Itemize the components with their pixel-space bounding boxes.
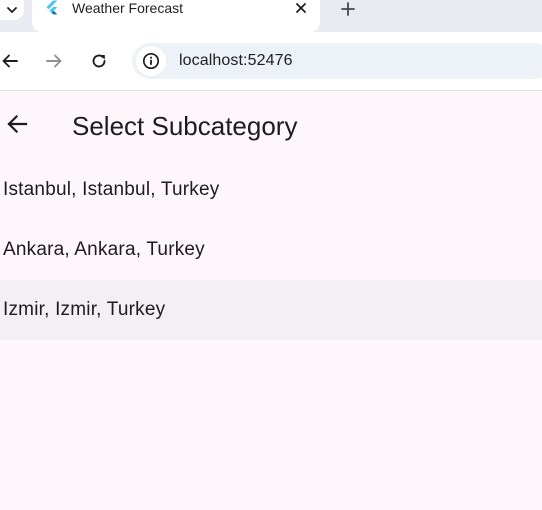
browser-tabstrip: Weather Forecast xyxy=(0,0,542,32)
info-icon xyxy=(142,52,160,70)
browser-forward-button[interactable] xyxy=(42,49,66,73)
arrow-left-icon xyxy=(2,54,18,68)
list-item-label: Istanbul, Istanbul, Turkey xyxy=(3,179,220,200)
browser-back-button[interactable] xyxy=(0,49,22,73)
browser-reload-button[interactable] xyxy=(87,49,111,73)
page-title: Select Subcategory xyxy=(72,111,298,141)
subcategory-list: Istanbul, Istanbul, Turkey Ankara, Ankar… xyxy=(0,160,542,340)
browser-toolbar: localhost:52476 xyxy=(0,32,542,91)
arrow-right-icon xyxy=(46,54,62,68)
tab-search-button[interactable] xyxy=(0,0,24,20)
list-item-label: Izmir, Izmir, Turkey xyxy=(3,299,166,320)
tab-close-button[interactable] xyxy=(292,0,310,17)
plus-icon xyxy=(341,2,355,16)
app-bar: Select Subcategory xyxy=(0,91,542,157)
list-item-label: Ankara, Ankara, Turkey xyxy=(3,239,205,260)
chevron-down-icon xyxy=(7,7,17,13)
address-url: localhost:52476 xyxy=(179,52,293,69)
app-back-button[interactable] xyxy=(2,109,32,139)
close-icon xyxy=(296,3,306,13)
arrow-left-icon xyxy=(7,114,28,134)
browser-tab-active[interactable]: Weather Forecast xyxy=(32,0,320,32)
page: Weather Forecast localhost:52476 Select … xyxy=(0,0,542,510)
reload-icon xyxy=(92,54,106,68)
flutter-logo-icon xyxy=(46,0,58,15)
list-item[interactable]: Izmir, Izmir, Turkey xyxy=(0,280,542,340)
tab-title: Weather Forecast xyxy=(72,0,184,16)
list-item[interactable]: Ankara, Ankara, Turkey xyxy=(0,220,542,280)
site-info-button[interactable] xyxy=(136,46,166,76)
address-bar[interactable]: localhost:52476 xyxy=(132,43,542,79)
new-tab-button[interactable] xyxy=(336,0,360,21)
list-item[interactable]: Istanbul, Istanbul, Turkey xyxy=(0,160,542,220)
